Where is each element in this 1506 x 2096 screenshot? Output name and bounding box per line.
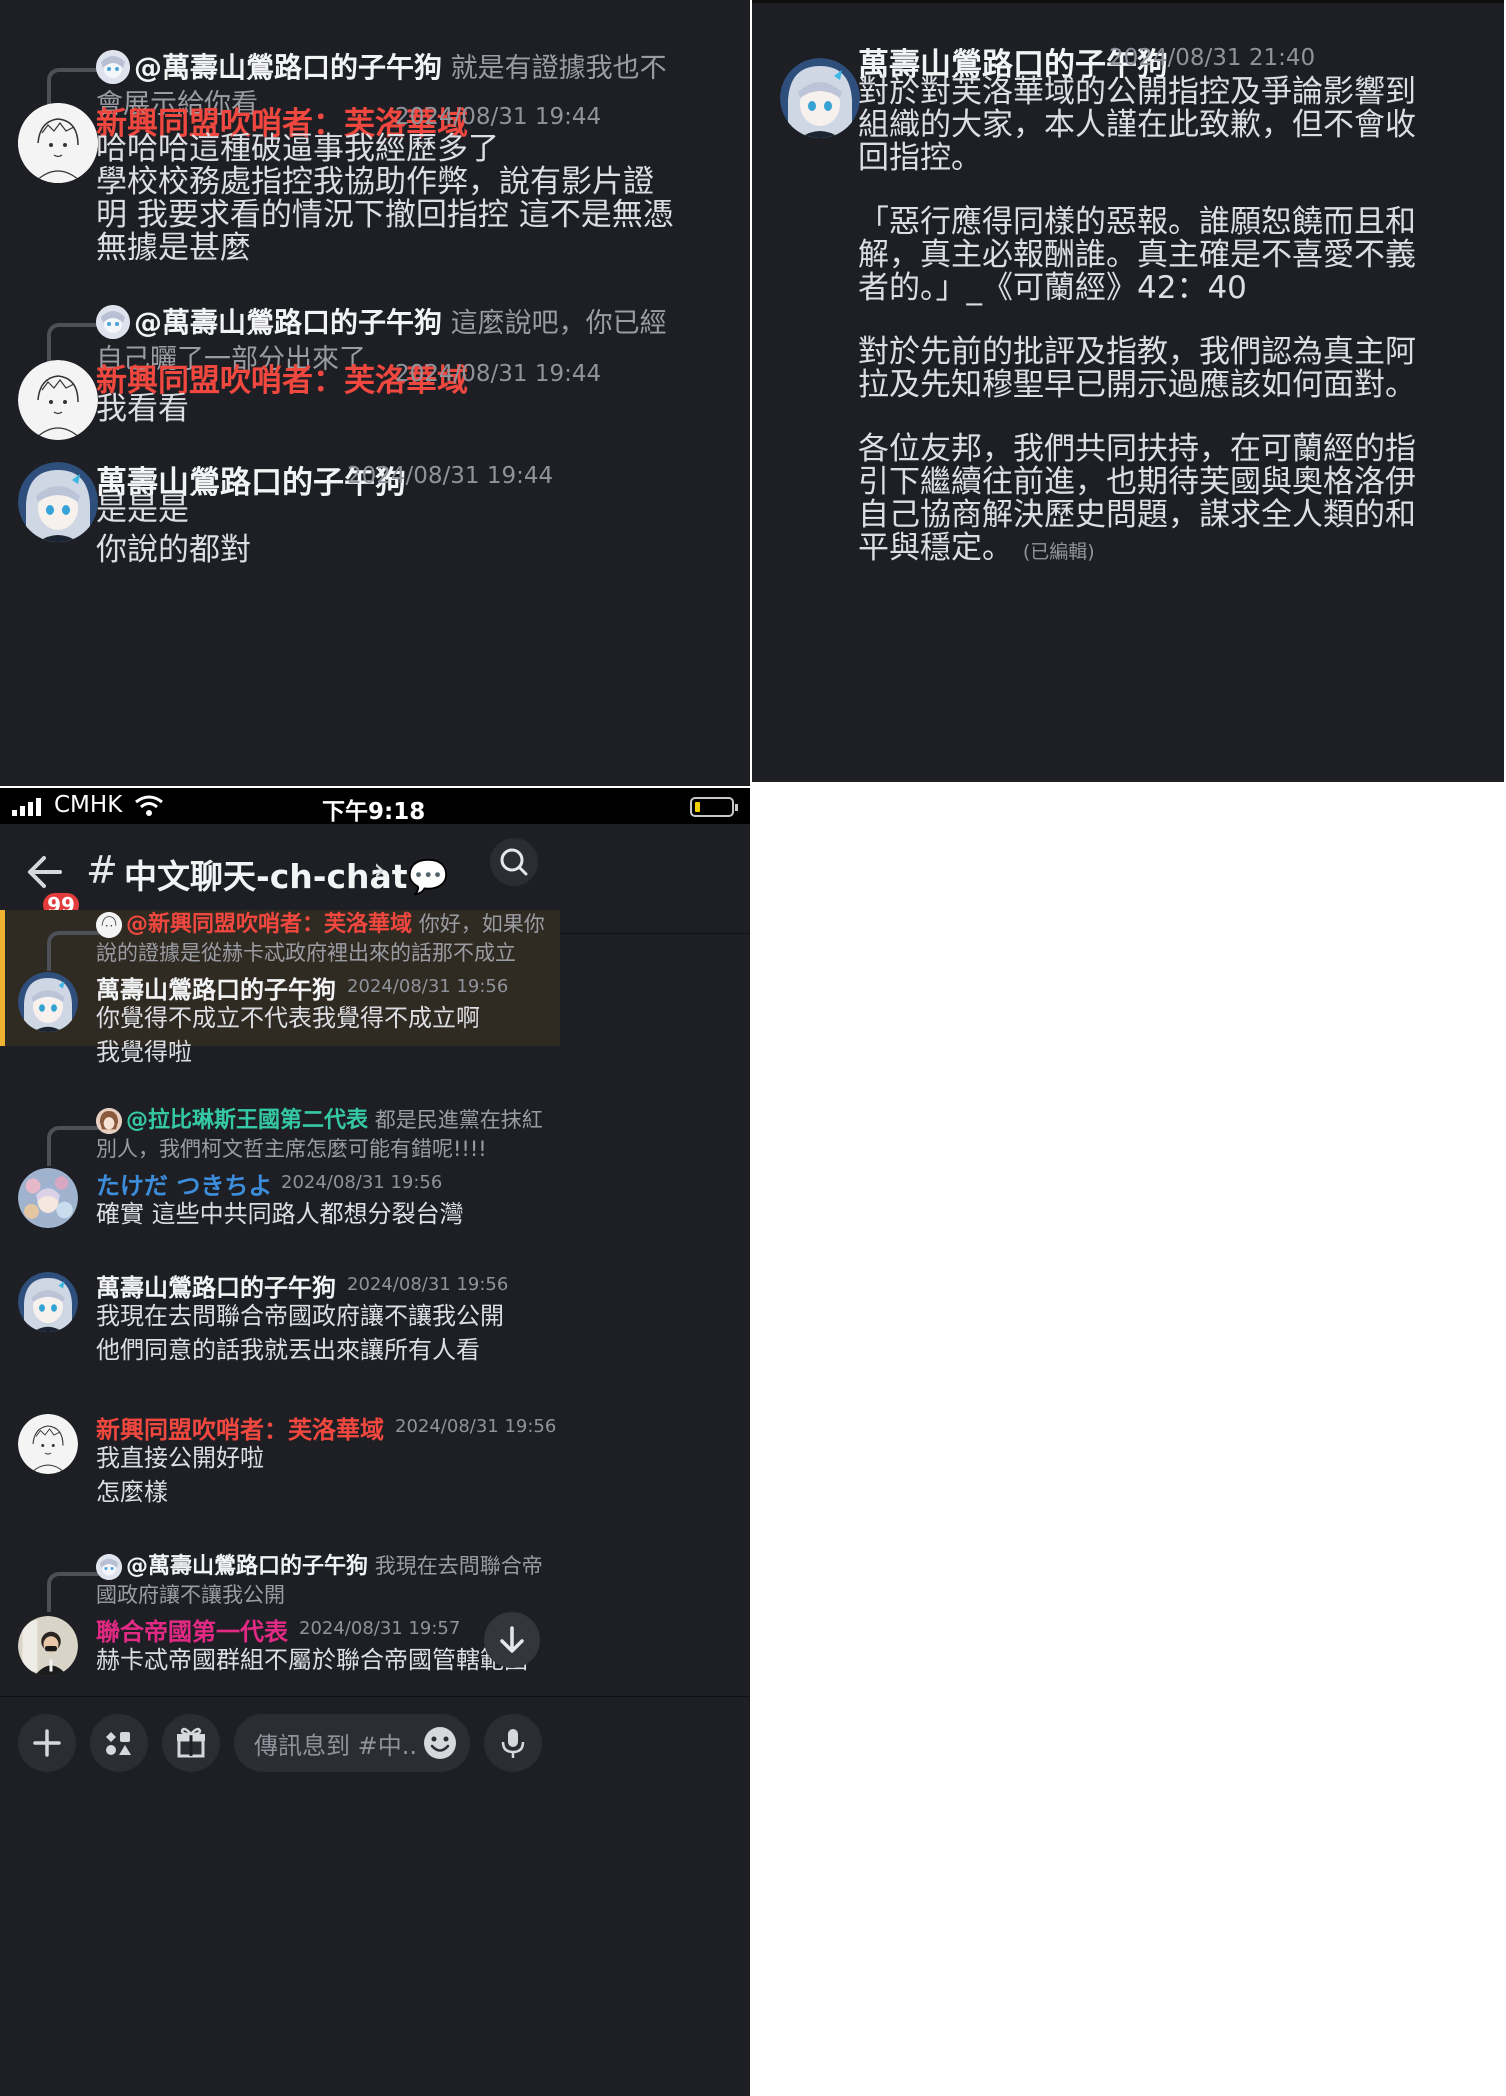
- reply-preview[interactable]: @拉比琳斯王國第二代表 都是民進黨在抹紅別人，我們柯文哲主席怎麼可能有錯呢!!!…: [96, 1106, 546, 1163]
- reply-author: @萬壽山鶯路口的子午狗: [126, 1554, 369, 1579]
- avatar-anime[interactable]: [18, 1272, 78, 1332]
- reply-preview[interactable]: @萬壽山鶯路口的子午狗 我現在去問聯合帝國政府讓不讓我公開: [96, 1552, 546, 1609]
- message-line: 確實 這些中共同路人都想分裂台灣: [96, 1200, 464, 1228]
- avatar-photo[interactable]: [18, 1616, 78, 1676]
- message-text: 平與穩定。: [858, 530, 1013, 566]
- mini-avatar-icon: [96, 912, 122, 938]
- message-timestamp: 2024/08/31 19:56: [395, 1416, 557, 1437]
- reply-text-2: 說的證據是從赫卡忒政府裡出來的話那不成立: [96, 941, 516, 965]
- reply-author: @拉比琳斯王國第二代表: [126, 1108, 369, 1133]
- clock: 下午9:18: [322, 799, 426, 825]
- message-line: 是是是: [96, 492, 189, 528]
- message-line: 赫卡忒帝國群組不屬於聯合帝國管轄範圍: [96, 1646, 528, 1674]
- message-line: 我看看: [96, 391, 189, 427]
- message-timestamp: 2024/08/31 19:44: [347, 463, 554, 489]
- chat-panel-bottom: CMHK 下午9:18 99 # 中文聊天-ch-chat💬 › @新興同盟吹哨…: [0, 788, 750, 2096]
- message-timestamp: 2024/08/31 19:56: [281, 1172, 443, 1193]
- reply-spine: [47, 1126, 99, 1166]
- reply-spine: [47, 931, 99, 971]
- jump-to-latest-button[interactable]: [484, 1612, 540, 1668]
- emoji-icon[interactable]: [422, 1725, 458, 1761]
- avatar-sketch[interactable]: [18, 1414, 78, 1474]
- arrow-down-icon: [500, 1626, 524, 1653]
- message-line: 者的。」_《可蘭經》42：40: [858, 270, 1247, 306]
- channel-hash-icon: #: [86, 848, 118, 892]
- gift-button[interactable]: [162, 1714, 220, 1772]
- avatar-anime[interactable]: [780, 58, 860, 138]
- edited-label: (已編輯): [1022, 541, 1095, 563]
- chat-panel-top-left: @萬壽山鶯路口的子午狗 就是有證據我也不 會展示給你看 新興同盟吹哨者：芙洛華域 …: [0, 0, 750, 786]
- message-timestamp: 2024/08/31 19:57: [299, 1618, 461, 1639]
- reply-text: 都是民進黨在抹紅: [374, 1108, 543, 1132]
- message-line: 他們同意的話我就丟出來讓所有人看: [96, 1336, 480, 1364]
- reply-text-2: 國政府讓不讓我公開: [96, 1583, 285, 1607]
- reply-text-2: 別人，我們柯文哲主席怎麼可能有錯呢!!!!: [96, 1137, 487, 1161]
- carrier-label: CMHK: [54, 792, 123, 818]
- wifi-icon: [134, 794, 164, 818]
- avatar-sketch[interactable]: [18, 103, 98, 183]
- reply-text: 我現在去問聯合帝: [374, 1554, 543, 1578]
- attach-button[interactable]: [18, 1714, 76, 1772]
- mini-avatar-icon: [96, 50, 130, 84]
- reply-text: 就是有證據我也不: [450, 53, 667, 84]
- message-line: 拉及先知穆聖早已開示過應該如何面對。: [858, 367, 1416, 403]
- message-line: 你說的都對: [96, 532, 251, 568]
- reply-spine: [47, 1572, 99, 1612]
- message-line: 怎麼樣: [96, 1478, 168, 1506]
- reply-preview[interactable]: @新興同盟吹哨者：芙洛華域 你好，如果你說的證據是從赫卡忒政府裡出來的話那不成立: [96, 910, 546, 967]
- signal-icon: [12, 798, 48, 816]
- chevron-right-icon[interactable]: ›: [373, 850, 386, 888]
- avatar-anime[interactable]: [18, 462, 98, 542]
- reply-spine: [47, 323, 99, 363]
- back-arrow-icon[interactable]: [24, 852, 72, 892]
- apps-icon: [106, 1732, 131, 1755]
- avatar-sketch[interactable]: [18, 360, 98, 440]
- avatar-anime[interactable]: [18, 972, 78, 1032]
- message-timestamp: 2024/08/31 19:56: [347, 976, 509, 997]
- message-line: 回指控。: [858, 140, 982, 176]
- reply-spine: [47, 68, 99, 108]
- mini-avatar-icon: [96, 305, 130, 339]
- highlight-bar: [0, 910, 5, 1046]
- apps-button[interactable]: [90, 1714, 148, 1772]
- message-timestamp: 2024/08/31 19:56: [347, 1274, 509, 1295]
- mini-avatar-icon: [96, 1554, 122, 1580]
- search-icon: [500, 848, 528, 876]
- chat-panel-top-right: 萬壽山鶯路口的子午狗 2024/08/31 21:40 對於對芙洛華域的公開指控…: [752, 0, 1504, 782]
- search-button[interactable]: [490, 838, 538, 886]
- reply-text: 這麼說吧，你已經: [450, 308, 667, 339]
- mini-avatar-icon: [96, 1108, 122, 1134]
- microphone-icon: [501, 1729, 525, 1758]
- gift-icon: [177, 1727, 205, 1758]
- message-input-placeholder: 傳訊息到 #中..: [254, 1732, 417, 1760]
- message-line-last: 平與穩定。 (已編輯): [858, 526, 1095, 574]
- reply-author: @萬壽山鶯路口的子午狗: [134, 306, 443, 339]
- reply-author: @萬壽山鶯路口的子午狗: [134, 51, 443, 84]
- message-timestamp: 2024/08/31 19:44: [395, 361, 602, 387]
- message-line: 我覺得啦: [96, 1038, 192, 1066]
- avatar-floral[interactable]: [18, 1168, 78, 1228]
- reply-text: 你好，如果你: [418, 912, 545, 936]
- battery-icon: [690, 797, 738, 817]
- message-timestamp: 2024/08/31 21:40: [1109, 45, 1316, 71]
- channel-name[interactable]: 中文聊天-ch-chat💬: [124, 850, 449, 898]
- message-input[interactable]: 傳訊息到 #中..: [234, 1714, 470, 1772]
- plus-icon: [33, 1729, 61, 1757]
- voice-button[interactable]: [484, 1714, 542, 1772]
- reply-author: @新興同盟吹哨者：芙洛華域: [126, 912, 413, 937]
- message-line: 無據是甚麼: [96, 230, 251, 266]
